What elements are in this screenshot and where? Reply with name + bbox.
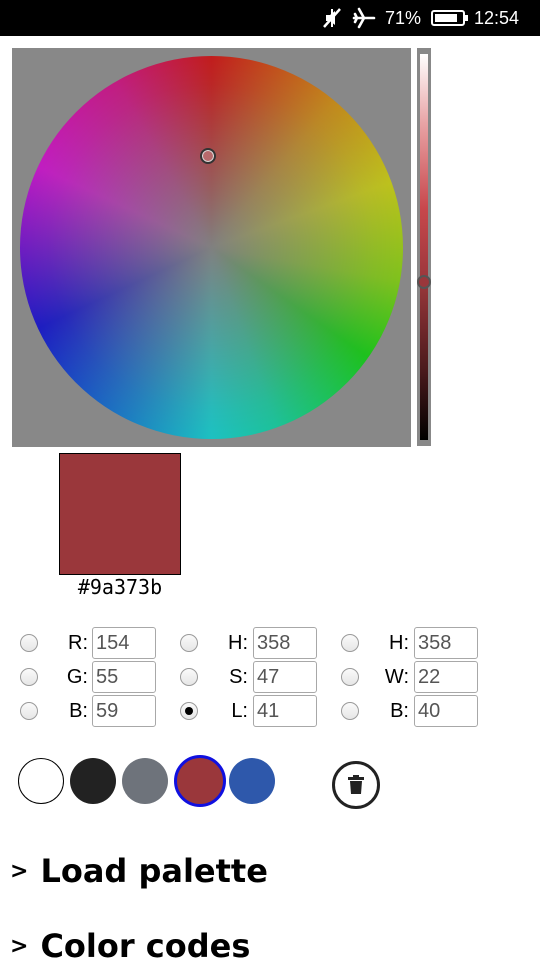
clock: 12:54 xyxy=(474,7,520,28)
trash-icon xyxy=(348,775,364,794)
hue-saturation-wheel[interactable] xyxy=(20,56,403,439)
r-label: R: xyxy=(68,632,88,654)
hsl-h-label: H: xyxy=(228,632,248,654)
hsl-s-label: S: xyxy=(229,666,248,688)
radio-hwb-w[interactable] xyxy=(341,668,359,686)
chevron-right-icon: > xyxy=(10,933,29,959)
mute-icon xyxy=(322,0,344,36)
battery-percent: 71% xyxy=(385,7,422,28)
hwb-h-label: H: xyxy=(389,632,409,654)
battery-icon xyxy=(431,0,469,36)
r-input[interactable]: 154 xyxy=(92,627,156,659)
hsl-l-label: L: xyxy=(231,700,248,722)
hwb-h-input[interactable]: 358 xyxy=(414,627,478,659)
radio-hsl-s[interactable] xyxy=(180,668,198,686)
delete-color-button[interactable] xyxy=(332,761,380,809)
radio-b[interactable] xyxy=(20,702,38,720)
status-bar: 71% 12:54 xyxy=(0,0,540,36)
hex-code: #9a373b xyxy=(77,575,163,599)
b-input[interactable]: 59 xyxy=(92,695,156,727)
hsl-s-input[interactable]: 47 xyxy=(253,661,317,693)
palette-swatch-white[interactable] xyxy=(18,758,64,804)
wheel-selection-marker[interactable] xyxy=(200,148,216,164)
radio-hwb-h[interactable] xyxy=(341,634,359,652)
hsl-l-input[interactable]: 41 xyxy=(253,695,317,727)
b-label: B: xyxy=(69,700,88,722)
palette-swatch-blue[interactable] xyxy=(229,758,275,804)
palette-swatch-gray[interactable] xyxy=(122,758,168,804)
g-input[interactable]: 55 xyxy=(92,661,156,693)
hwb-w-label: W: xyxy=(384,666,409,688)
g-label: G: xyxy=(66,666,88,688)
radio-r[interactable] xyxy=(20,634,38,652)
load-palette-title: Load palette xyxy=(40,852,268,890)
lightness-track[interactable] xyxy=(420,54,428,440)
color-codes-section[interactable]: > Color codes xyxy=(10,926,250,966)
color-codes-title: Color codes xyxy=(40,927,251,965)
palette-swatch-black[interactable] xyxy=(70,758,116,804)
lightness-slider-handle[interactable] xyxy=(417,275,431,289)
hwb-b-input[interactable]: 40 xyxy=(414,695,478,727)
airplane-icon xyxy=(352,0,378,36)
hsl-h-input[interactable]: 358 xyxy=(253,627,317,659)
current-color-swatch xyxy=(59,453,181,575)
radio-hwb-b[interactable] xyxy=(341,702,359,720)
chevron-right-icon: > xyxy=(10,858,29,884)
color-wheel-panel[interactable] xyxy=(12,48,411,447)
radio-g[interactable] xyxy=(20,668,38,686)
radio-hsl-h[interactable] xyxy=(180,634,198,652)
palette-swatch-red-selected[interactable] xyxy=(174,755,226,807)
lightness-slider[interactable] xyxy=(417,48,431,446)
hwb-b-label: B: xyxy=(390,700,409,722)
hwb-w-input[interactable]: 22 xyxy=(414,661,478,693)
load-palette-section[interactable]: > Load palette xyxy=(10,851,268,891)
radio-hsl-l[interactable] xyxy=(180,702,198,720)
